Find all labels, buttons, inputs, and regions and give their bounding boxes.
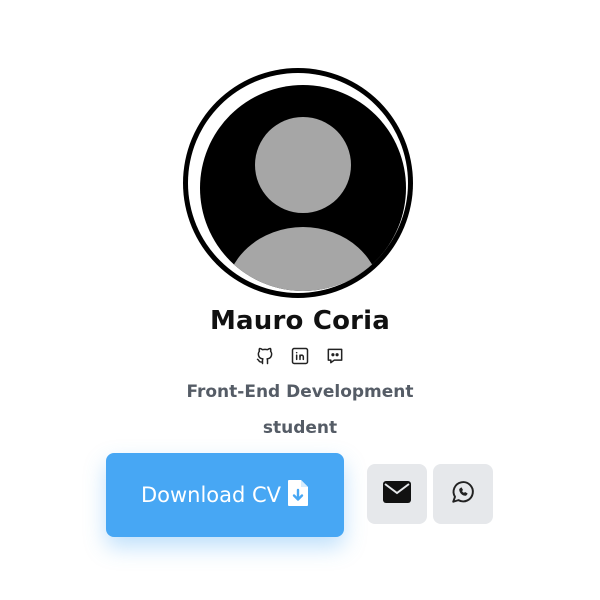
whatsapp-icon: [450, 479, 476, 509]
user-placeholder-icon: [225, 117, 381, 291]
role-line-2: student: [262, 418, 338, 438]
download-cv-label: Download CV: [140, 483, 282, 507]
discord-icon[interactable]: [324, 345, 346, 367]
whatsapp-button[interactable]: [433, 464, 493, 524]
linkedin-icon[interactable]: [289, 345, 311, 367]
file-download-icon: [287, 479, 309, 512]
role-line-1: Front-End Development: [186, 382, 414, 402]
download-cv-button[interactable]: Download CV: [106, 453, 344, 537]
social-links: [0, 345, 600, 367]
profile-card: Mauro Coria Front-End Development studen…: [0, 0, 600, 600]
email-button[interactable]: [367, 464, 427, 524]
github-icon[interactable]: [254, 345, 276, 367]
envelope-icon: [383, 481, 411, 507]
profile-name: Mauro Coria: [209, 306, 391, 336]
avatar: [183, 68, 413, 298]
